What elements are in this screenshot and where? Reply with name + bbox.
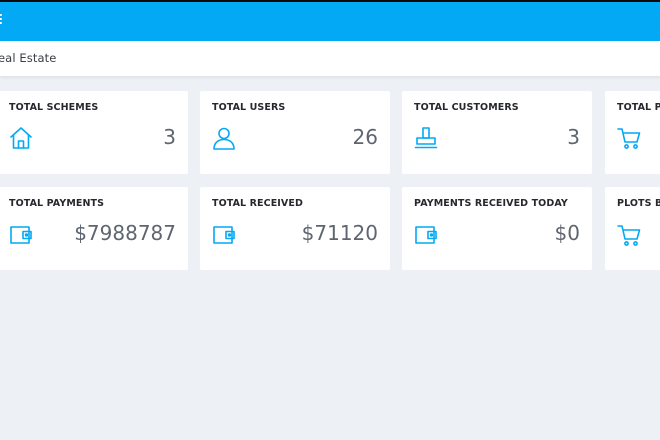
stat-card-total-customers[interactable]: TOTAL CUSTOMERS 3 — [402, 91, 592, 174]
stat-card-total-users[interactable]: TOTAL USERS 26 — [200, 91, 390, 174]
user-icon — [211, 125, 237, 151]
cart-icon — [616, 125, 642, 151]
hamburger-menu-icon[interactable] — [0, 14, 3, 26]
card-title: TOTAL USERS — [212, 102, 286, 113]
card-value: 26 — [352, 125, 378, 149]
wallet-icon — [8, 222, 34, 248]
wallet-icon — [211, 222, 237, 248]
card-title: TOTAL SCHEMES — [9, 102, 99, 113]
stat-card-payments-received-today[interactable]: PAYMENTS RECEIVED TODAY $0 — [402, 187, 592, 270]
card-value: $7988787 — [74, 221, 176, 245]
card-title: TOTAL RECEIVED — [212, 198, 303, 209]
breadcrumb: eal Estate — [0, 51, 57, 65]
stamp-icon — [413, 125, 439, 151]
stat-card-total-schemes[interactable]: TOTAL SCHEMES 3 — [0, 91, 188, 174]
home-icon — [8, 125, 34, 151]
breadcrumb-bar: eal Estate — [0, 41, 660, 76]
card-title: PLOTS BO — [617, 198, 660, 209]
cart-icon — [616, 222, 642, 248]
stat-card-total-payments[interactable]: TOTAL PAYMENTS $7988787 — [0, 187, 188, 270]
card-value: $0 — [554, 221, 580, 245]
stat-card-total-received[interactable]: TOTAL RECEIVED $71120 — [200, 187, 390, 270]
top-app-bar — [0, 0, 660, 41]
card-value: $71120 — [301, 221, 378, 245]
card-title: TOTAL PAYMENTS — [9, 198, 105, 209]
stat-card-total-plots[interactable]: TOTAL PL — [605, 91, 660, 174]
card-title: TOTAL CUSTOMERS — [414, 102, 519, 113]
card-title: TOTAL PL — [617, 102, 660, 113]
stat-card-plots-booked[interactable]: PLOTS BO — [605, 187, 660, 270]
card-value: 3 — [163, 125, 176, 149]
card-title: PAYMENTS RECEIVED TODAY — [414, 198, 568, 209]
card-value: 3 — [567, 125, 580, 149]
wallet-icon — [413, 222, 439, 248]
